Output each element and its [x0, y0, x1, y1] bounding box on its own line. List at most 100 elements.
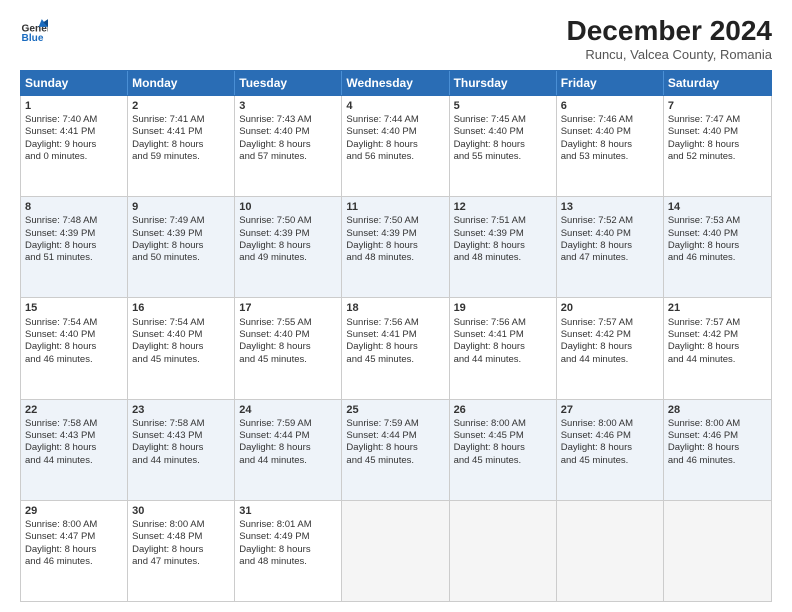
day-info: Sunrise: 7:56 AM [346, 317, 444, 329]
day-info: Daylight: 8 hours [346, 240, 444, 252]
day-info: Sunrise: 8:00 AM [454, 418, 552, 430]
day-info: and 44 minutes. [132, 455, 230, 467]
day-info: and 51 minutes. [25, 252, 123, 264]
subtitle: Runcu, Valcea County, Romania [567, 47, 772, 62]
day-info: Sunset: 4:40 PM [346, 126, 444, 138]
svg-text:Blue: Blue [22, 33, 44, 44]
day-info: Sunrise: 7:49 AM [132, 215, 230, 227]
table-row: 25Sunrise: 7:59 AMSunset: 4:44 PMDayligh… [342, 400, 449, 500]
day-info: and 47 minutes. [132, 556, 230, 568]
table-row: 14Sunrise: 7:53 AMSunset: 4:40 PMDayligh… [664, 197, 771, 297]
table-row: 23Sunrise: 7:58 AMSunset: 4:43 PMDayligh… [128, 400, 235, 500]
day-info: Sunset: 4:44 PM [346, 430, 444, 442]
table-row: 20Sunrise: 7:57 AMSunset: 4:42 PMDayligh… [557, 298, 664, 398]
day-info: Sunrise: 8:00 AM [25, 519, 123, 531]
day-info: Sunset: 4:39 PM [454, 228, 552, 240]
day-info: Sunrise: 7:50 AM [239, 215, 337, 227]
day-info: and 46 minutes. [668, 455, 767, 467]
day-number: 11 [346, 200, 444, 214]
table-row: 5Sunrise: 7:45 AMSunset: 4:40 PMDaylight… [450, 96, 557, 196]
day-info: Sunrise: 7:59 AM [346, 418, 444, 430]
day-info: Daylight: 8 hours [132, 139, 230, 151]
day-info: Sunset: 4:41 PM [132, 126, 230, 138]
day-info: Sunrise: 8:01 AM [239, 519, 337, 531]
table-row: 27Sunrise: 8:00 AMSunset: 4:46 PMDayligh… [557, 400, 664, 500]
day-info: Sunset: 4:41 PM [346, 329, 444, 341]
day-number: 26 [454, 403, 552, 417]
day-number: 4 [346, 99, 444, 113]
day-number: 31 [239, 504, 337, 518]
day-info: Sunrise: 7:44 AM [346, 114, 444, 126]
table-row: 11Sunrise: 7:50 AMSunset: 4:39 PMDayligh… [342, 197, 449, 297]
day-info: Sunrise: 7:54 AM [25, 317, 123, 329]
day-info: and 45 minutes. [132, 354, 230, 366]
day-info: and 44 minutes. [668, 354, 767, 366]
table-row: 29Sunrise: 8:00 AMSunset: 4:47 PMDayligh… [21, 501, 128, 601]
day-info: and 47 minutes. [561, 252, 659, 264]
day-number: 21 [668, 301, 767, 315]
day-info: Sunset: 4:40 PM [239, 126, 337, 138]
day-info: Sunrise: 8:00 AM [561, 418, 659, 430]
day-info: Sunset: 4:43 PM [132, 430, 230, 442]
day-info: Sunset: 4:41 PM [25, 126, 123, 138]
calendar: SundayMondayTuesdayWednesdayThursdayFrid… [20, 70, 772, 602]
day-info: Daylight: 8 hours [132, 544, 230, 556]
day-info: and 44 minutes. [25, 455, 123, 467]
calendar-row-4: 29Sunrise: 8:00 AMSunset: 4:47 PMDayligh… [21, 501, 771, 601]
day-number: 8 [25, 200, 123, 214]
day-info: Sunset: 4:42 PM [668, 329, 767, 341]
header-day-thursday: Thursday [450, 71, 557, 95]
day-info: Sunset: 4:40 PM [561, 228, 659, 240]
day-number: 3 [239, 99, 337, 113]
day-number: 5 [454, 99, 552, 113]
day-info: Sunset: 4:47 PM [25, 531, 123, 543]
day-number: 13 [561, 200, 659, 214]
header-day-tuesday: Tuesday [235, 71, 342, 95]
day-info: Sunset: 4:39 PM [346, 228, 444, 240]
day-info: Daylight: 8 hours [239, 544, 337, 556]
day-info: Sunrise: 7:57 AM [668, 317, 767, 329]
header-day-sunday: Sunday [21, 71, 128, 95]
logo-icon: General Blue [20, 16, 48, 44]
day-info: Sunset: 4:40 PM [132, 329, 230, 341]
table-row: 4Sunrise: 7:44 AMSunset: 4:40 PMDaylight… [342, 96, 449, 196]
day-info: and 46 minutes. [25, 354, 123, 366]
day-info: Sunrise: 7:54 AM [132, 317, 230, 329]
table-row [342, 501, 449, 601]
day-info: and 45 minutes. [239, 354, 337, 366]
day-info: and 46 minutes. [668, 252, 767, 264]
day-number: 25 [346, 403, 444, 417]
day-info: Sunrise: 7:55 AM [239, 317, 337, 329]
day-info: and 50 minutes. [132, 252, 230, 264]
day-info: and 45 minutes. [561, 455, 659, 467]
day-info: Sunset: 4:41 PM [454, 329, 552, 341]
day-info: Sunset: 4:48 PM [132, 531, 230, 543]
table-row: 1Sunrise: 7:40 AMSunset: 4:41 PMDaylight… [21, 96, 128, 196]
day-number: 30 [132, 504, 230, 518]
day-info: Sunrise: 7:48 AM [25, 215, 123, 227]
day-number: 10 [239, 200, 337, 214]
day-info: Daylight: 8 hours [561, 139, 659, 151]
day-info: and 52 minutes. [668, 151, 767, 163]
day-info: and 44 minutes. [454, 354, 552, 366]
day-number: 17 [239, 301, 337, 315]
day-number: 19 [454, 301, 552, 315]
day-info: Daylight: 8 hours [454, 442, 552, 454]
day-info: and 53 minutes. [561, 151, 659, 163]
header: General Blue December 2024 Runcu, Valcea… [20, 16, 772, 62]
table-row: 15Sunrise: 7:54 AMSunset: 4:40 PMDayligh… [21, 298, 128, 398]
day-info: and 49 minutes. [239, 252, 337, 264]
day-info: Sunrise: 7:47 AM [668, 114, 767, 126]
day-info: Daylight: 8 hours [346, 442, 444, 454]
day-info: Sunset: 4:49 PM [239, 531, 337, 543]
day-number: 27 [561, 403, 659, 417]
table-row: 18Sunrise: 7:56 AMSunset: 4:41 PMDayligh… [342, 298, 449, 398]
day-info: and 56 minutes. [346, 151, 444, 163]
day-info: Daylight: 8 hours [668, 442, 767, 454]
table-row: 22Sunrise: 7:58 AMSunset: 4:43 PMDayligh… [21, 400, 128, 500]
day-info: and 48 minutes. [454, 252, 552, 264]
day-info: Sunrise: 7:52 AM [561, 215, 659, 227]
day-info: Sunrise: 7:45 AM [454, 114, 552, 126]
day-number: 28 [668, 403, 767, 417]
calendar-row-3: 22Sunrise: 7:58 AMSunset: 4:43 PMDayligh… [21, 400, 771, 501]
